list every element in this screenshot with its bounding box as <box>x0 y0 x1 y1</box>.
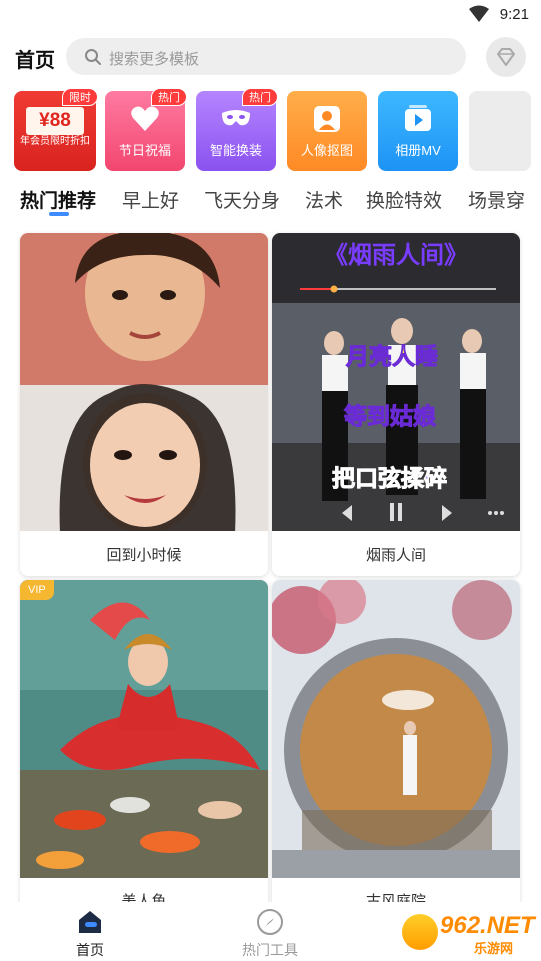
watermark-badge <box>402 914 438 950</box>
status-bar: 9:21 <box>0 0 541 30</box>
card-thumbnail <box>20 233 268 531</box>
card-thumbnail <box>272 580 520 878</box>
compass-icon <box>257 909 283 935</box>
header: 首页 搜索更多模板 <box>0 34 541 78</box>
price-label: ¥88 <box>26 107 84 135</box>
diamond-icon <box>497 48 515 66</box>
card-title: 回到小时候 <box>106 547 182 564</box>
template-card[interactable]: 古风庭院 <box>272 580 520 910</box>
search-bar[interactable]: 搜索更多模板 <box>66 38 466 75</box>
feature-holiday-greeting[interactable]: 热门 节日祝福 <box>105 88 187 171</box>
vip-badge: VIP <box>20 580 54 600</box>
tab-scene[interactable]: 场景穿 <box>468 186 525 213</box>
template-card[interactable]: 《烟雨人间》 月亮人睡 等到姑娘 把口弦揉碎 烟雨人间 <box>272 233 520 576</box>
home-icon <box>79 911 101 933</box>
feature-row: 限时 ¥88 年会员限时折扣 热门 节日祝福 热门 智能换装 人像抠图 相册MV <box>0 88 541 173</box>
status-time: 9:21 <box>499 6 529 23</box>
search-placeholder: 搜索更多模板 <box>109 51 200 68</box>
tab-indicator <box>49 212 69 216</box>
vip-diamond-button[interactable] <box>486 37 526 77</box>
page-title: 首页 <box>15 50 55 72</box>
nav-hot-tools[interactable]: 热门工具 <box>220 908 320 960</box>
feature-tag: 限时 <box>62 88 98 106</box>
template-card[interactable]: 回到小时候 <box>20 233 268 576</box>
feature-smart-outfit[interactable]: 热门 智能换装 <box>196 88 278 171</box>
nav-home[interactable]: 首页 <box>40 908 140 960</box>
watermark-logo: 962.NET 乐游网 <box>402 912 536 956</box>
lyric-line: 月亮人睡 <box>346 343 439 370</box>
template-card[interactable]: VIP 美人鱼 <box>20 580 268 910</box>
tab-hot[interactable]: 热门推荐 <box>20 186 96 213</box>
feature-label: 相册MV <box>395 143 441 158</box>
tab-morning[interactable]: 早上好 <box>122 186 179 213</box>
category-tabs: 热门推荐 早上好 飞天分身 法术 换脸特效 场景穿 <box>0 182 541 218</box>
nav-home-label: 首页 <box>76 942 104 958</box>
feature-label: 节日祝福 <box>118 143 171 158</box>
card-thumbnail: 《烟雨人间》 月亮人睡 等到姑娘 把口弦揉碎 <box>272 233 520 531</box>
heart-icon <box>131 106 159 131</box>
feature-label: 智能换装 <box>209 143 262 158</box>
play-album-icon <box>405 105 431 131</box>
portrait-icon <box>314 106 340 132</box>
watermark-text: 962.NET <box>440 912 535 939</box>
tab-face-swap[interactable]: 换脸特效 <box>366 186 442 213</box>
card-title: 烟雨人间 <box>365 547 426 564</box>
feature-vip-discount[interactable]: 限时 ¥88 年会员限时折扣 <box>14 88 98 171</box>
search-icon <box>85 49 101 65</box>
tab-magic[interactable]: 法术 <box>305 186 343 213</box>
lyric-line: 把口弦揉碎 <box>332 465 448 492</box>
lyric-line: 等到姑娘 <box>344 403 437 430</box>
mask-icon <box>222 110 250 126</box>
nav-hot-tools-label: 热门工具 <box>242 942 298 958</box>
wifi-icon <box>469 5 489 22</box>
feature-album-mv[interactable]: 相册MV <box>378 91 458 171</box>
video-title: 《烟雨人间》 <box>324 242 468 269</box>
feature-label: 年会员限时折扣 <box>20 136 90 147</box>
feature-label: 人像抠图 <box>300 143 353 158</box>
feature-portrait-cutout[interactable]: 人像抠图 <box>287 91 367 171</box>
tab-flying-clone[interactable]: 飞天分身 <box>204 186 280 213</box>
feature-more[interactable] <box>469 91 531 171</box>
watermark-sub: 乐游网 <box>474 941 514 956</box>
card-thumbnail: VIP <box>20 580 268 878</box>
